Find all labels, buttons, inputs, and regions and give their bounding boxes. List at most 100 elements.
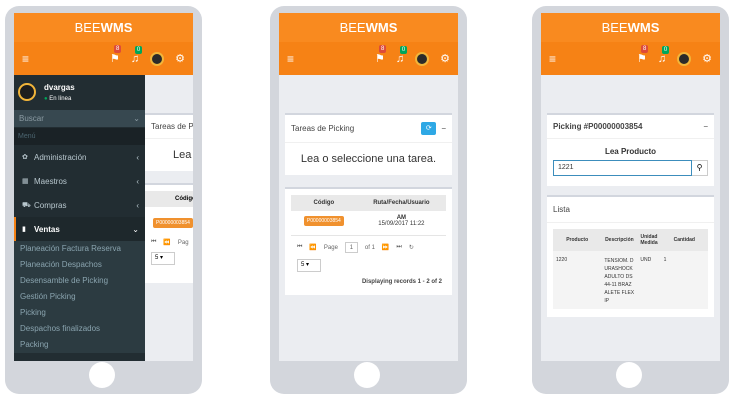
picking-header: Picking #P00000003854 − xyxy=(547,115,714,139)
search-icon[interactable]: ⚲ xyxy=(692,160,708,176)
producto-value: 1220 xyxy=(556,257,568,263)
submenu-item[interactable]: Picking xyxy=(14,305,145,321)
first-page-icon[interactable]: ⏮ xyxy=(297,244,302,251)
submenu-item[interactable]: Packing xyxy=(14,337,145,353)
read-prompt: Lea o s xyxy=(173,149,193,161)
col-ruta: Ruta/Fecha/Usuario xyxy=(356,195,446,211)
flag-icon[interactable]: ⚑ 8 xyxy=(637,45,649,65)
bell-badge: 0 xyxy=(134,45,143,54)
products-table: Producto Descripción Unidad Medida Canti… xyxy=(553,229,708,309)
collapse-icon[interactable]: − xyxy=(703,122,708,131)
submenu-item[interactable]: Planeación Factura Reserva xyxy=(14,241,145,257)
user-avatar[interactable] xyxy=(150,51,165,66)
lista-panel: Lista Producto Descripción Unidad Medida… xyxy=(547,195,714,317)
task-code-chip[interactable]: P00000003854 xyxy=(153,218,193,228)
menu-toggle-icon[interactable]: ≡ xyxy=(549,52,556,66)
panel-title: Tareas de Pickin xyxy=(145,115,193,139)
menu-toggle-icon[interactable]: ≡ xyxy=(287,52,294,66)
chevron-left-icon: ‹ xyxy=(136,152,139,162)
submenu-item[interactable]: Despachos finalizados xyxy=(14,321,145,337)
brand-logo: BEEWMS xyxy=(541,13,720,42)
submenu-item[interactable]: Planeación Despachos xyxy=(14,257,145,273)
menu-toggle-icon[interactable]: ≡ xyxy=(22,52,29,66)
page-size-select[interactable]: 5 ▾ xyxy=(151,252,175,265)
chevron-left-icon: ‹ xyxy=(136,200,139,210)
chevron-left-icon: ‹ xyxy=(136,176,139,186)
unidad-value: UND xyxy=(640,257,652,263)
page-of: of 1 xyxy=(364,244,375,251)
col-descripcion: Descripción xyxy=(601,229,638,251)
fecha-value: 15/09/2017 11:22 xyxy=(378,221,425,227)
submenu-item[interactable]: Desensamble de Picking xyxy=(14,273,145,289)
collapse-icon[interactable]: − xyxy=(441,124,446,133)
refresh-icon: ⟳ xyxy=(425,125,432,132)
displaying-records: Displaying records 1 - 2 of 2 xyxy=(361,279,442,285)
first-page-icon[interactable]: ⏮ xyxy=(151,239,156,246)
lista-title: Lista xyxy=(547,197,714,223)
sidebar-item-compras[interactable]: ⛟ Compras ‹ xyxy=(14,193,145,217)
flag-badge: 8 xyxy=(379,45,387,53)
sidebar-item-maestros[interactable]: ▦ Maestros ‹ xyxy=(14,169,145,193)
panel-title: Tareas de Picking xyxy=(291,124,355,133)
screen-1: BEEWMS ≡ ⚑8 ♫0 ⚙ Tareas de Pickin Lea o … xyxy=(14,13,193,361)
product-input[interactable]: 1221 xyxy=(553,160,692,176)
user-avatar[interactable] xyxy=(415,51,430,66)
user-panel: dvargas ● En línea xyxy=(14,75,145,109)
bell-icon[interactable]: ♫ 0 xyxy=(131,45,143,65)
sidebar-item-administracion[interactable]: ✿ Administración ‹ xyxy=(14,145,145,169)
submenu-item[interactable]: Gestión Picking xyxy=(14,289,145,305)
col-codigo: Código xyxy=(291,195,357,211)
col-unidad: Unidad Medida xyxy=(637,229,661,251)
pager: ⏮ ⏪ Page 1 of 1 ⏩ ⏭ ↻ xyxy=(291,235,446,259)
tasks-table-panel: Código P00000003854 ⏮ ⏪ Pag 5 ▾ xyxy=(145,183,193,283)
lea-producto: Lea Producto xyxy=(604,147,657,156)
gears-icon[interactable]: ⚙ xyxy=(702,52,712,65)
flag-badge: 8 xyxy=(114,45,122,53)
gears-icon[interactable]: ⚙ xyxy=(175,52,185,65)
home-button[interactable] xyxy=(89,362,115,388)
tasks-panel: Tareas de Pickin Lea o s xyxy=(145,113,193,171)
prev-page-icon[interactable]: ⏪ xyxy=(309,244,316,251)
home-button[interactable] xyxy=(616,362,642,388)
user-avatar[interactable] xyxy=(677,51,692,66)
chevron-down-icon: ⌄ xyxy=(132,224,139,234)
bell-badge: 0 xyxy=(399,45,408,54)
table-icon: ▦ xyxy=(22,178,29,185)
refresh-button[interactable]: ⟳ xyxy=(421,122,437,135)
table-row[interactable]: 1220 TENSIOM. DURASHOCK ADULTO DS44-11 B… xyxy=(553,251,708,309)
sidebar: dvargas ● En línea Buscar ⌄ Menú ✿ Adminis… xyxy=(14,75,145,361)
gears-icon[interactable]: ⚙ xyxy=(440,52,450,65)
picking-panel: Picking #P00000003854 − Lea Producto 122… xyxy=(547,113,714,186)
bell-badge: 0 xyxy=(661,45,670,54)
brand-logo: BEEWMS xyxy=(14,13,193,42)
cart-icon: ⛟ xyxy=(22,201,31,209)
sidebar-avatar xyxy=(18,83,36,101)
flag-icon[interactable]: ⚑ 8 xyxy=(375,45,387,65)
tasks-panel: Tareas de Picking ⟳ − Lea o seleccione u… xyxy=(285,113,452,175)
online-dot-icon: ● xyxy=(44,95,48,102)
task-code-chip[interactable]: P00000003854 xyxy=(303,216,344,226)
reload-icon[interactable]: ↻ xyxy=(409,244,414,251)
menu-header: Menú xyxy=(14,128,145,145)
home-button[interactable] xyxy=(354,362,380,388)
gear-icon: ✿ xyxy=(22,154,28,161)
table-row[interactable]: P00000003854 AM 15/09/2017 11:22 xyxy=(291,211,446,231)
flag-icon[interactable]: ⚑ 8 xyxy=(110,45,122,65)
navbar: ≡ ⚑ 8 ♫ 0 ⚙ xyxy=(541,42,720,75)
sidebar-search[interactable]: Buscar ⌄ xyxy=(14,110,145,127)
search-chevron-icon: ⌄ xyxy=(133,114,140,123)
last-page-icon[interactable]: ⏭ xyxy=(396,244,401,251)
screen-3: BEEWMS ≡ ⚑ 8 ♫ 0 ⚙ Picking #P00000003854 −… xyxy=(541,13,720,361)
next-page-icon[interactable]: ⏩ xyxy=(382,244,389,251)
prev-page-icon[interactable]: ⏪ xyxy=(163,239,170,246)
panel-header: Tareas de Picking ⟳ − xyxy=(285,115,452,143)
sidebar-item-ventas[interactable]: ▮ Ventas ⌄ xyxy=(14,217,145,241)
ventas-submenu: Planeación Factura Reserva Planeación De… xyxy=(14,241,145,353)
col-cantidad: Cantidad xyxy=(660,229,708,251)
page-size-select[interactable]: 5 ▾ xyxy=(297,259,321,272)
bell-icon[interactable]: ♫ 0 xyxy=(658,45,670,65)
flag-badge: 8 xyxy=(641,45,649,53)
page-input[interactable]: 1 xyxy=(344,242,358,253)
bell-icon[interactable]: ♫ 0 xyxy=(396,45,408,65)
col-codigo: Código xyxy=(145,191,193,207)
